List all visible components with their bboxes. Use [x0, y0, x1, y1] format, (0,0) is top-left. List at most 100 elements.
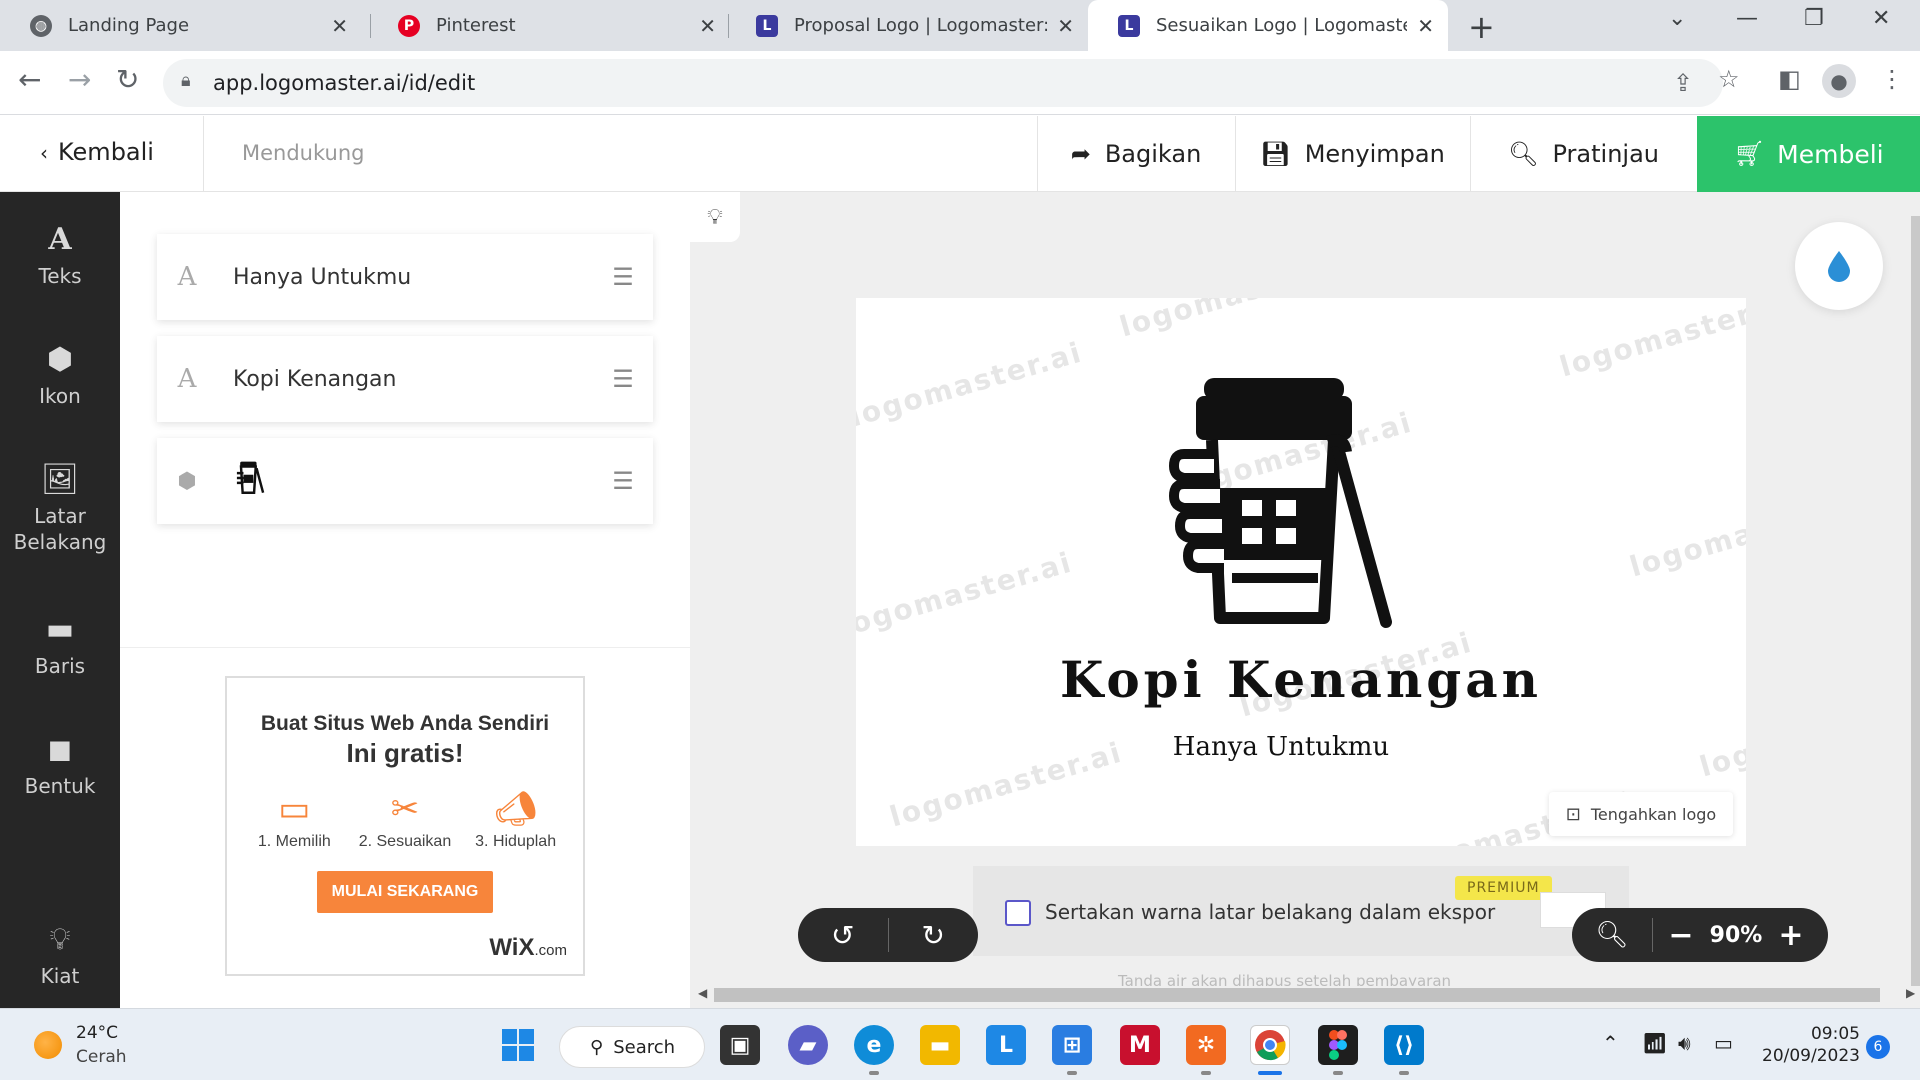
bookmark-star-icon[interactable]: ☆ [1718, 65, 1740, 93]
layer-item[interactable]: A Hanya Untukmu ☰ [157, 234, 653, 320]
logo-name-text[interactable]: Kopi Kenangan [856, 650, 1746, 709]
share-page-icon[interactable]: ⇪ [1673, 69, 1693, 97]
export-bg-checkbox[interactable] [1005, 900, 1031, 926]
close-tab-icon[interactable]: ✕ [1057, 14, 1074, 38]
system-clock[interactable]: 09:05 20/09/2023 [1762, 1023, 1860, 1067]
sidebar-item-icon[interactable]: ⬢ Ikon [0, 342, 120, 409]
wifi-icon[interactable]: 📶︎ [1642, 1031, 1667, 1055]
wix-ad[interactable]: Buat Situs Web Anda Sendiri Ini gratis! … [225, 676, 585, 976]
figma-icon[interactable] [1318, 1025, 1358, 1065]
xampp-icon[interactable]: ✲ [1186, 1025, 1226, 1065]
lock-icon[interactable]: 🔒︎ [181, 70, 191, 91]
file-explorer-icon[interactable]: ▬ [920, 1025, 960, 1065]
menu-kebab-icon[interactable]: ⋮ [1880, 65, 1904, 93]
weather-temperature[interactable]: 24°C [76, 1023, 118, 1043]
sidebar-item-background[interactable]: 🖼︎ Latar Belakang [0, 462, 120, 555]
ad-steps: ▭ 1. Memilih ✂ 2. Sesuaikan 📣︎ 3. Hidupl… [227, 789, 583, 851]
layer-item[interactable]: A Kopi Kenangan ☰ [157, 336, 653, 422]
logomaster-app-icon[interactable]: L [986, 1025, 1026, 1065]
tab-sesuaikan-logo[interactable]: L Sesuaikan Logo | Logomaster: Pe ✕ [1088, 0, 1448, 51]
center-logo-button[interactable]: ⊡ Tengahkan logo [1549, 792, 1733, 836]
side-panel-icon[interactable]: ◧ [1778, 65, 1801, 93]
scroll-left-icon[interactable]: ◀ [698, 986, 707, 1000]
minimize-icon[interactable]: — [1736, 6, 1758, 31]
sidebar-item-line[interactable]: ▬ Baris [0, 612, 120, 679]
close-tab-icon[interactable]: ✕ [699, 14, 716, 38]
mcafee-icon[interactable]: M [1120, 1025, 1160, 1065]
weather-condition[interactable]: Cerah [76, 1047, 127, 1067]
new-tab-button[interactable]: + [1468, 8, 1495, 46]
save-label: Menyimpan [1304, 140, 1445, 168]
sun-icon[interactable] [34, 1031, 62, 1059]
omnibox[interactable]: 🔒︎ app.logomaster.ai/id/edit ⇪ [163, 59, 1723, 107]
letter-a-icon: A [48, 222, 72, 257]
windows-start-icon[interactable] [498, 1025, 538, 1065]
reload-icon[interactable]: ↻ [116, 63, 139, 96]
tab-landing-page[interactable]: ◍ Landing Page ✕ [0, 0, 362, 51]
preview-button[interactable]: 🔍︎ Pratinjau [1470, 116, 1697, 192]
sidebar-item-shape[interactable]: ◼ Bentuk [0, 732, 120, 799]
layer-item[interactable]: ⬢ ☰ [157, 438, 653, 524]
running-indicator [1067, 1071, 1077, 1075]
layer-text: Hanya Untukmu [233, 264, 412, 290]
ad-cta-button[interactable]: MULAI SEKARANG [317, 871, 493, 913]
volume-icon[interactable]: 🔊︎ [1678, 1031, 1691, 1055]
restore-icon[interactable]: ❐ [1804, 6, 1824, 31]
tab-pinterest[interactable]: P Pinterest ✕ [368, 0, 730, 51]
close-tab-icon[interactable]: ✕ [331, 14, 348, 38]
drag-handle-icon[interactable]: ☰ [593, 263, 653, 291]
drag-handle-icon[interactable]: ☰ [593, 467, 653, 495]
logo-artboard[interactable]: logomaster.ai logomaster.ai logomaster.a… [856, 298, 1746, 846]
sidebar-item-text[interactable]: A Teks [0, 222, 120, 289]
watermark: logomaster.ai [1116, 298, 1356, 343]
redo-icon[interactable]: ↻ [889, 919, 979, 952]
zoom-in-button[interactable]: + [1771, 918, 1811, 953]
running-indicator [1333, 1071, 1343, 1075]
back-icon[interactable]: ← [18, 63, 41, 96]
store-icon[interactable]: ⊞ [1052, 1025, 1092, 1065]
save-button[interactable]: 💾︎ Menyimpan [1235, 116, 1470, 192]
globe-icon: ◍ [30, 14, 52, 37]
chat-icon[interactable]: ▰ [788, 1025, 828, 1065]
logo-tagline-text[interactable]: Hanya Untukmu [856, 732, 1726, 762]
show-hidden-icons-icon[interactable]: ⌃ [1602, 1031, 1619, 1055]
image-icon: 🖼︎ [40, 462, 80, 497]
chrome-icon[interactable] [1250, 1025, 1290, 1065]
chevron-left-icon: ‹ [40, 141, 48, 165]
tab-proposal-logo[interactable]: L Proposal Logo | Logomaster: Pem ✕ [726, 0, 1088, 51]
tab-title: Sesuaikan Logo | Logomaster: Pe [1156, 15, 1407, 36]
notification-count-badge[interactable]: 6 [1866, 1035, 1890, 1059]
wix-brand: WiX [489, 934, 535, 961]
buy-button[interactable]: 🛒︎ Membeli [1697, 116, 1920, 192]
scrollbar-thumb[interactable] [714, 988, 1880, 1002]
scroll-right-icon[interactable]: ▶ [1906, 986, 1915, 1000]
export-bg-label[interactable]: Sertakan warna latar belakang dalam eksp… [1045, 900, 1495, 924]
share-button[interactable]: ➦ Bagikan [1037, 116, 1235, 192]
active-indicator [1258, 1071, 1282, 1075]
battery-icon[interactable]: ▭ [1714, 1031, 1733, 1055]
layers-panel: A Hanya Untukmu ☰ A Kopi Kenangan ☰ ⬢ ☰ … [120, 192, 690, 1008]
zoom-level: 90% [1709, 922, 1763, 948]
close-tab-icon[interactable]: ✕ [1417, 14, 1434, 38]
vscode-icon[interactable]: ⟨⟩ [1384, 1025, 1424, 1065]
back-button[interactable]: ‹ Kembali [40, 138, 154, 166]
coffee-cup-hand-icon [1169, 378, 1392, 628]
zoom-out-button[interactable]: − [1661, 918, 1701, 953]
undo-icon[interactable]: ↺ [798, 919, 888, 952]
profile-avatar-icon[interactable]: ● [1822, 64, 1856, 98]
close-window-icon[interactable]: ✕ [1872, 6, 1890, 31]
lightbulb-icon[interactable]: 💡︎ [690, 192, 740, 242]
vertical-scrollbar[interactable] [1911, 216, 1920, 986]
color-drop-icon[interactable] [1795, 222, 1883, 310]
drag-handle-icon[interactable]: ☰ [593, 365, 653, 393]
support-link[interactable]: Mendukung [242, 141, 364, 165]
taskbar-search[interactable]: ⚲ Search [559, 1026, 705, 1068]
url-text[interactable]: app.logomaster.ai/id/edit [213, 71, 475, 95]
forward-icon[interactable]: → [68, 63, 91, 96]
zoom-search-icon[interactable]: 🔍︎ [1572, 920, 1652, 950]
sidebar-item-tips[interactable]: 💡︎ Kiat [0, 922, 120, 989]
horizontal-scrollbar[interactable]: ◀ ▶ [698, 986, 1920, 1004]
edge-browser-icon[interactable]: e [854, 1025, 894, 1065]
tab-search-icon[interactable]: ⌄ [1668, 6, 1686, 31]
task-view-icon[interactable]: ▣ [720, 1025, 760, 1065]
